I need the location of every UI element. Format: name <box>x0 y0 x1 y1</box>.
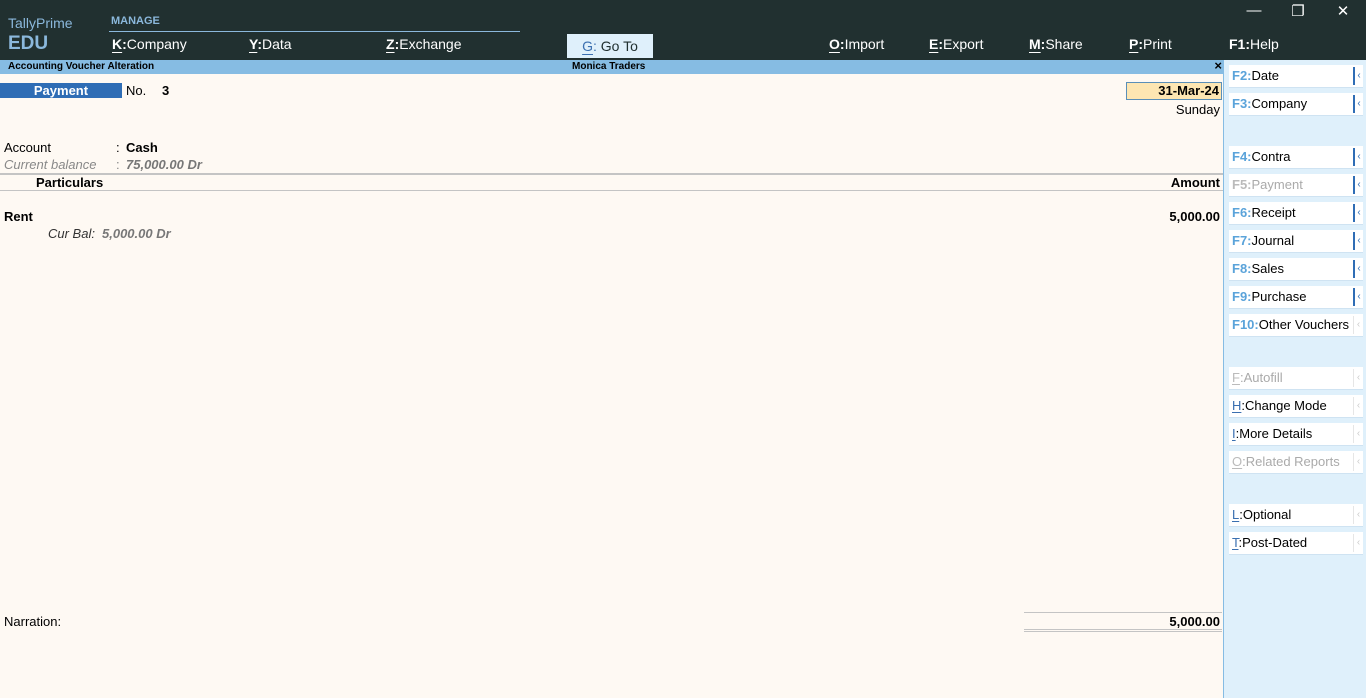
chevron-left-icon: ‹ <box>1353 534 1363 552</box>
optional-button[interactable]: L:Optional ‹ <box>1229 504 1363 526</box>
other-vouchers-button[interactable]: F10:Other Vouchers ‹ <box>1229 314 1363 336</box>
company-name: Monica Traders <box>572 61 646 72</box>
screen-title: Accounting Voucher Alteration <box>8 61 155 72</box>
close-window-icon[interactable]: ✕ <box>1323 2 1363 22</box>
voucher-number[interactable]: 3 <box>162 83 169 98</box>
total-divider-bottom <box>1024 629 1222 630</box>
chevron-left-icon: ‹ <box>1353 506 1363 524</box>
entry-cur-bal-value: 5,000.00 Dr <box>102 226 171 241</box>
chevron-left-icon: ‹ <box>1353 260 1363 278</box>
payment-button[interactable]: F5:Payment ‹ <box>1229 174 1363 196</box>
menu-exchange[interactable]: Z:Exchange <box>386 36 462 52</box>
chevron-left-icon: ‹ <box>1353 425 1363 443</box>
entry-ledger[interactable]: Rent <box>4 209 33 224</box>
top-bar: TallyPrime EDU MANAGE K:Company Y:Data Z… <box>0 0 1366 60</box>
account-field[interactable]: Cash <box>126 140 158 155</box>
company-button[interactable]: F3:Company ‹ <box>1229 93 1363 115</box>
menu-data[interactable]: Y:Data <box>249 36 292 52</box>
column-header-particulars: Particulars <box>36 175 104 190</box>
sales-button[interactable]: F8:Sales ‹ <box>1229 258 1363 280</box>
more-details-button[interactable]: I:More Details ‹ <box>1229 423 1363 445</box>
section-divider <box>109 31 520 32</box>
narration-field[interactable]: Narration: <box>4 614 61 629</box>
autofill-button[interactable]: F:Autofill ‹ <box>1229 367 1363 389</box>
chevron-left-icon: ‹ <box>1353 67 1363 85</box>
chevron-left-icon: ‹ <box>1353 148 1363 166</box>
total-divider-top <box>1024 612 1222 613</box>
brand-name: TallyPrime <box>8 15 73 31</box>
menu-share[interactable]: M:Share <box>1029 36 1083 52</box>
chevron-left-icon: ‹ <box>1353 453 1363 471</box>
voucher-form: Payment No. 3 31-Mar-24 Sunday Account :… <box>0 74 1224 698</box>
menu-help[interactable]: F1:Help <box>1229 36 1279 52</box>
related-reports-button[interactable]: O:Related Reports ‹ <box>1229 451 1363 473</box>
voucher-day: Sunday <box>1175 102 1220 117</box>
close-screen-icon[interactable]: × <box>1214 58 1222 73</box>
account-label: Account <box>4 140 51 155</box>
voucher-no-label: No. <box>126 83 147 98</box>
post-dated-button[interactable]: T:Post-Dated ‹ <box>1229 532 1363 554</box>
voucher-date-field[interactable]: 31-Mar-24 <box>1126 82 1222 100</box>
restore-icon[interactable]: ❐ <box>1278 2 1318 22</box>
chevron-left-icon: ‹ <box>1353 316 1363 334</box>
menu-print[interactable]: P:Print <box>1129 36 1172 52</box>
brand-edition: EDU <box>8 33 49 54</box>
header-divider-top <box>0 173 1224 175</box>
change-mode-button[interactable]: H:Change Mode ‹ <box>1229 395 1363 417</box>
menu-company[interactable]: K:Company <box>112 36 187 52</box>
balance-colon: : <box>116 157 120 172</box>
total-amount: 5,000.00 <box>1169 614 1220 629</box>
journal-button[interactable]: F7:Journal ‹ <box>1229 230 1363 252</box>
entry-amount[interactable]: 5,000.00 <box>1169 209 1220 224</box>
screen-title-bar: Accounting Voucher Alteration Monica Tra… <box>0 58 1224 74</box>
current-balance-label: Current balance <box>4 157 97 172</box>
account-colon: : <box>116 140 120 155</box>
voucher-type[interactable]: Payment <box>0 83 122 98</box>
chevron-left-icon: ‹ <box>1353 397 1363 415</box>
entry-cur-bal-label: Cur Bal: <box>48 226 95 241</box>
chevron-left-icon: ‹ <box>1353 232 1363 250</box>
column-header-amount: Amount <box>1170 175 1220 190</box>
menu-import[interactable]: O:Import <box>829 36 884 52</box>
menu-export[interactable]: E:Export <box>929 36 983 52</box>
chevron-left-icon: ‹ <box>1353 95 1363 113</box>
date-button[interactable]: F2:Date ‹ <box>1229 65 1363 87</box>
button-bar: F2:Date ‹ F3:Company ‹ F4:Contra ‹ F5:Payme… <box>1223 60 1366 698</box>
receipt-button[interactable]: F6:Receipt ‹ <box>1229 202 1363 224</box>
contra-button[interactable]: F4:Contra ‹ <box>1229 146 1363 168</box>
chevron-left-icon: ‹ <box>1353 204 1363 222</box>
menu-goto[interactable]: G: Go To <box>567 34 653 58</box>
purchase-button[interactable]: F9:Purchase ‹ <box>1229 286 1363 308</box>
minimize-icon[interactable]: — <box>1234 2 1274 22</box>
chevron-left-icon: ‹ <box>1353 176 1363 194</box>
total-divider-double <box>1024 631 1222 632</box>
section-label: MANAGE <box>111 15 160 27</box>
chevron-left-icon: ‹ <box>1353 288 1363 306</box>
current-balance-value: 75,000.00 Dr <box>126 157 202 172</box>
chevron-left-icon: ‹ <box>1353 369 1363 387</box>
header-divider-bottom <box>0 190 1224 191</box>
